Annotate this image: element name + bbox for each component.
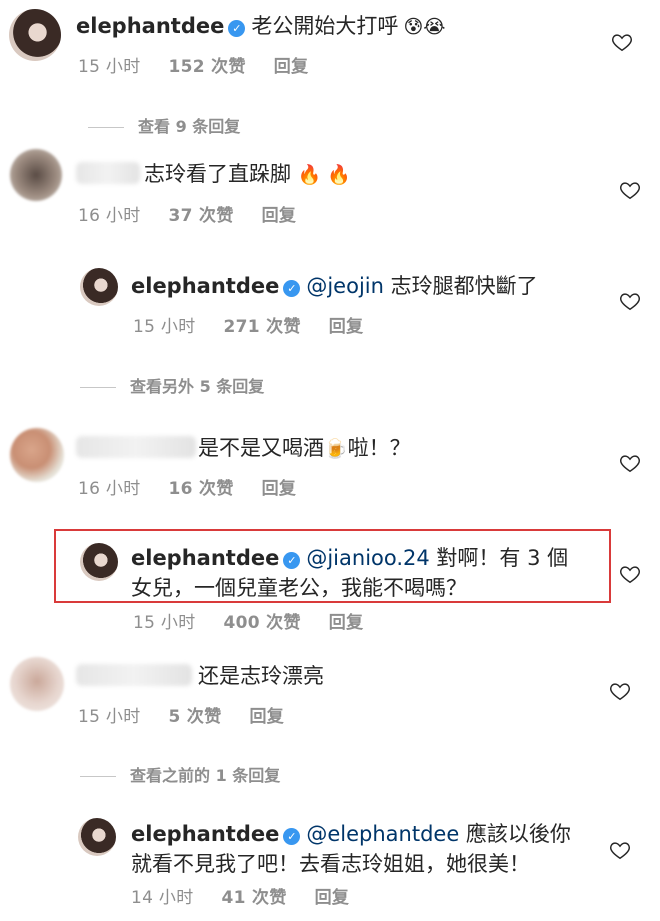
reply-body: elephantdee ✓ @elephantdee 應該以後你 <box>131 818 571 848</box>
blurred-username <box>76 436 196 458</box>
comment-meta: 15 小时 400 次赞 回复 <box>133 608 391 633</box>
username[interactable]: elephantdee <box>131 546 279 570</box>
reply-button[interactable]: 回复 <box>274 57 309 77</box>
like-count[interactable]: 152 次赞 <box>169 57 246 77</box>
username[interactable]: elephantdee <box>76 14 224 38</box>
comment-emoji: 🔥 🔥 <box>297 164 352 186</box>
comment-time: 16 小时 <box>78 479 141 499</box>
reply-button[interactable]: 回复 <box>329 613 364 633</box>
avatar[interactable] <box>80 268 118 306</box>
comment-body: elephantdee ✓ 老公開始大打呼 😰😭 <box>76 10 445 40</box>
comment-time: 15 小时 <box>133 613 196 633</box>
comment-text-line2: 女兒，一個兒童老公，我能不喝嗎？ <box>131 576 467 600</box>
comment-meta: 16 小时 37 次赞 回复 <box>78 201 324 226</box>
comment-time: 14 小时 <box>131 888 194 908</box>
heart-outline-icon[interactable] <box>619 452 641 474</box>
heart-outline-icon[interactable] <box>611 31 633 53</box>
view-replies-button[interactable]: 查看 9 条回复 <box>88 113 240 137</box>
username[interactable]: elephantdee <box>131 822 279 846</box>
like-count[interactable]: 37 次赞 <box>169 206 234 226</box>
comment-text: 對啊！有 3 個 <box>429 546 569 570</box>
avatar[interactable] <box>80 543 118 581</box>
comment-meta: 16 小时 16 次赞 回复 <box>78 474 324 499</box>
view-replies-button[interactable]: 查看另外 5 条回复 <box>80 373 264 397</box>
heart-outline-icon[interactable] <box>619 290 641 312</box>
reply-button[interactable]: 回复 <box>329 317 364 337</box>
comment-time: 16 小时 <box>78 206 141 226</box>
avatar[interactable] <box>78 818 116 856</box>
reply-body: elephantdee ✓ @jeojin 志玲腿都快斷了 <box>131 270 538 300</box>
blurred-username <box>76 664 192 686</box>
comment-body: 是不是又喝酒🍺啦！？ <box>198 432 411 462</box>
like-count[interactable]: 5 次赞 <box>169 707 222 727</box>
comment-text: 老公開始大打呼 <box>251 14 399 38</box>
heart-outline-icon[interactable] <box>619 563 641 585</box>
like-count[interactable]: 16 次赞 <box>169 479 234 499</box>
reply-button[interactable]: 回复 <box>315 888 350 908</box>
avatar[interactable] <box>10 657 64 711</box>
comment-time: 15 小时 <box>78 57 141 77</box>
comment-text-end: 啦！？ <box>347 436 411 460</box>
like-count[interactable]: 41 次赞 <box>222 888 287 908</box>
mention-link[interactable]: @jeojin <box>306 274 384 298</box>
comment-time: 15 小时 <box>133 317 196 337</box>
username[interactable]: elephantdee <box>131 274 279 298</box>
heart-outline-icon[interactable] <box>609 839 631 861</box>
mention-link[interactable]: @jianioo.24 <box>306 546 429 570</box>
verified-badge-icon: ✓ <box>283 828 301 845</box>
heart-outline-icon[interactable] <box>609 680 631 702</box>
comment-text: 还是志玲漂亮 <box>198 664 324 688</box>
like-count[interactable]: 271 次赞 <box>224 317 301 337</box>
reply-body: elephantdee ✓ @jianioo.24 對啊！有 3 個 <box>131 542 568 572</box>
comment-text: 志玲看了直跺脚 <box>144 162 291 186</box>
heart-outline-icon[interactable] <box>619 179 641 201</box>
view-replies-label: 查看 9 条回复 <box>138 117 241 136</box>
like-count[interactable]: 400 次赞 <box>224 613 301 633</box>
view-replies-button[interactable]: 查看之前的 1 条回复 <box>80 762 280 786</box>
avatar[interactable] <box>9 9 61 61</box>
verified-badge-icon: ✓ <box>283 552 301 569</box>
avatar[interactable] <box>10 149 62 201</box>
divider <box>88 127 124 128</box>
comment-text: 應該以後你 <box>459 822 571 846</box>
divider <box>80 387 116 388</box>
comment-meta: 15 小时 152 次赞 回复 <box>78 52 336 77</box>
comment-emoji: 😰😭 <box>403 16 446 38</box>
view-replies-label: 查看另外 5 条回复 <box>130 377 265 396</box>
comment-body: 还是志玲漂亮 <box>198 660 324 690</box>
comment-text: 是不是又喝酒 <box>198 436 324 460</box>
comment-meta: 15 小时 5 次赞 回复 <box>78 702 312 727</box>
reply-button[interactable]: 回复 <box>250 707 285 727</box>
divider <box>80 776 116 777</box>
view-replies-label: 查看之前的 1 条回复 <box>130 766 281 785</box>
comment-time: 15 小时 <box>78 707 141 727</box>
avatar[interactable] <box>10 428 64 482</box>
comment-text: 志玲腿都快斷了 <box>383 274 538 298</box>
comment-body: 志玲看了直跺脚 🔥 🔥 <box>144 158 351 188</box>
verified-badge-icon: ✓ <box>283 280 301 297</box>
comment-meta: 15 小时 271 次赞 回复 <box>133 312 391 337</box>
comment-meta: 14 小时 41 次赞 回复 <box>131 883 377 908</box>
verified-badge-icon: ✓ <box>228 20 246 37</box>
mention-link[interactable]: @elephantdee <box>306 822 459 846</box>
reply-button[interactable]: 回复 <box>262 479 297 499</box>
beer-emoji: 🍺 <box>324 438 348 460</box>
reply-button[interactable]: 回复 <box>262 206 297 226</box>
blurred-username <box>76 162 140 184</box>
comment-text-line2: 就看不見我了吧！去看志玲姐姐，她很美！ <box>131 852 530 876</box>
